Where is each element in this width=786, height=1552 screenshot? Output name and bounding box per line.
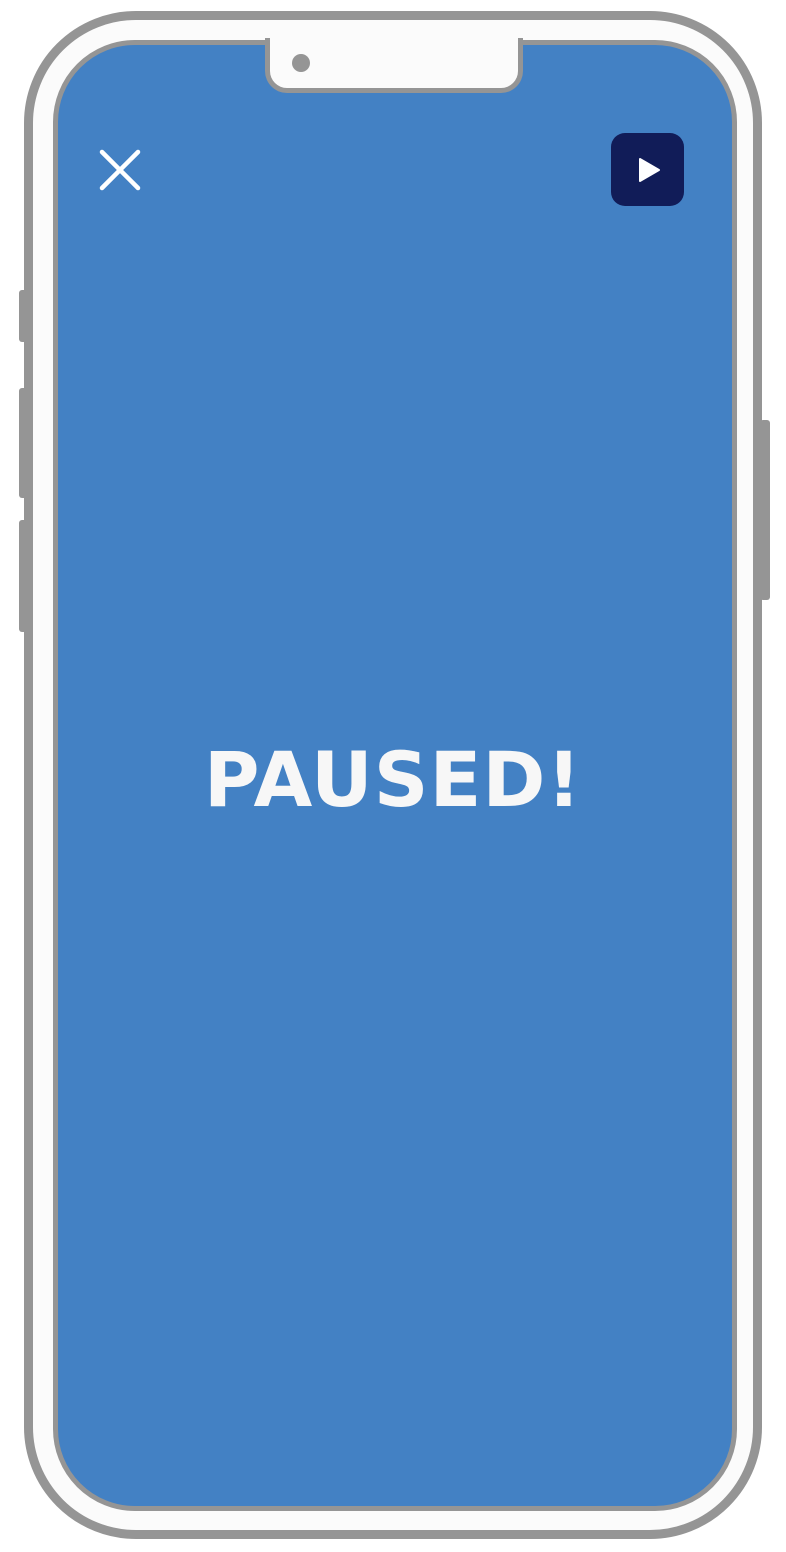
resume-button[interactable] <box>611 133 684 206</box>
play-icon <box>638 157 660 182</box>
device-mockup: PAUSED! <box>0 0 786 1552</box>
close-icon <box>99 149 141 191</box>
close-button[interactable] <box>96 146 144 194</box>
paused-message: PAUSED! <box>203 735 583 824</box>
camera-icon <box>292 54 310 72</box>
